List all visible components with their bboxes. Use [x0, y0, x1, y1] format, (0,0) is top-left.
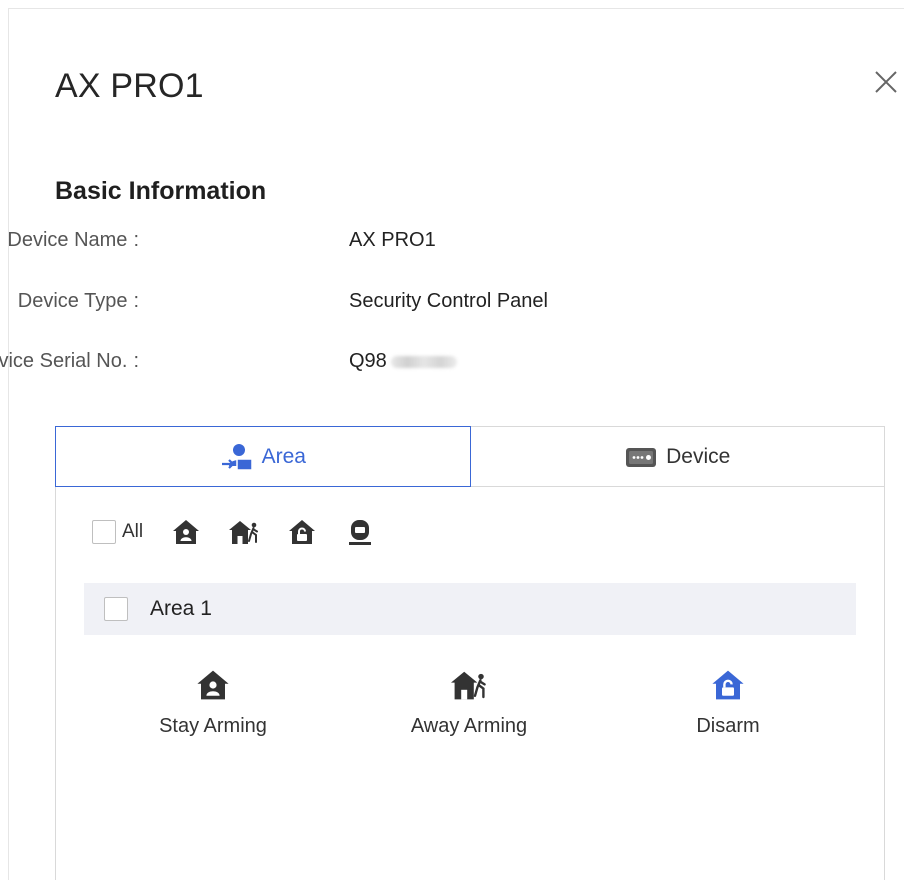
device-type-label: Device Type:: [17, 290, 139, 312]
disarm-icon: [710, 667, 746, 703]
redacted-serial: [390, 355, 457, 368]
area-name: Area 1: [150, 597, 212, 620]
device-icon: [624, 442, 658, 472]
tab-device-label: Device: [666, 444, 731, 468]
device-serial-row: Device Serial No.: Q98: [0, 350, 709, 378]
device-name-value: AX PRO1: [349, 229, 436, 251]
tab-device[interactable]: Device: [471, 427, 885, 486]
select-all-label: All: [122, 521, 144, 542]
tab-bar: Area Device: [55, 426, 885, 487]
stay-arming-label: Stay Arming: [159, 715, 267, 737]
area-actions: Stay Arming Away Arming Disarm: [56, 667, 884, 767]
away-arm-icon[interactable]: [229, 517, 259, 547]
device-serial-value: Q98: [349, 350, 457, 373]
device-serial-label: Device Serial No.:: [0, 350, 139, 372]
disarm-icon[interactable]: [287, 517, 317, 547]
device-dialog: AX PRO1 Basic Information Device Name: A…: [0, 8, 904, 880]
stay-arming-button[interactable]: Stay Arming: [113, 667, 313, 738]
area-toolbar: All: [92, 517, 403, 547]
area-icon: [220, 442, 254, 472]
stay-arm-icon[interactable]: [171, 517, 201, 547]
away-arming-button[interactable]: Away Arming: [369, 667, 569, 738]
device-name-row: Device Name: AX PRO1: [7, 229, 709, 257]
device-name-label: Device Name:: [7, 229, 139, 251]
tab-area-label: Area: [261, 444, 306, 468]
disarm-button[interactable]: Disarm: [628, 667, 828, 738]
dialog-title: AX PRO1: [55, 67, 204, 105]
basic-information-heading: Basic Information: [55, 177, 267, 205]
close-icon[interactable]: [871, 67, 901, 97]
stay-arm-icon: [195, 667, 231, 703]
area-checkbox[interactable]: [104, 597, 128, 621]
away-arm-icon: [451, 667, 487, 703]
select-all-checkbox[interactable]: [92, 520, 116, 544]
area-list-item[interactable]: Area 1: [84, 583, 856, 635]
device-type-value: Security Control Panel: [349, 290, 548, 312]
disarm-label: Disarm: [696, 715, 760, 737]
clear-alarm-icon[interactable]: [345, 517, 375, 547]
tab-area[interactable]: Area: [55, 426, 471, 487]
tabs-container: Area Device All Area 1 Stay Arming Away …: [55, 426, 885, 880]
away-arming-label: Away Arming: [410, 715, 528, 737]
device-type-row: Device Type: Security Control Panel: [9, 290, 709, 318]
